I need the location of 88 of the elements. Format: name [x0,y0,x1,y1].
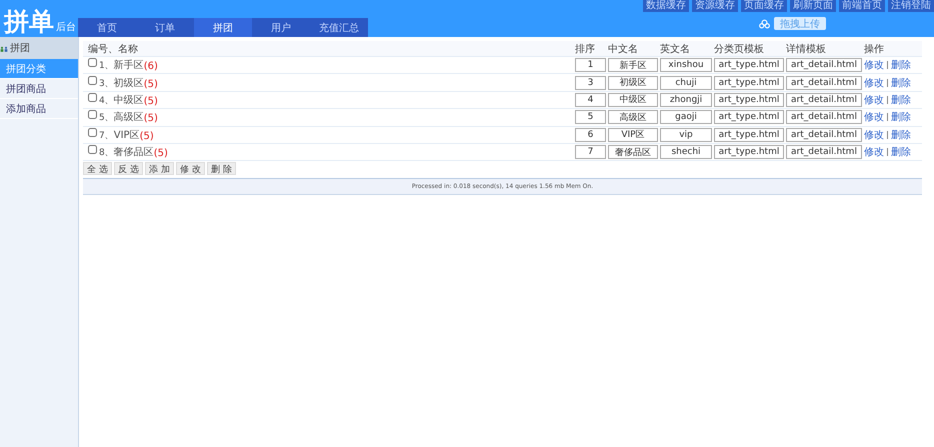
sort-field[interactable]: 3 [575,76,606,90]
chinese-name-field[interactable]: 奢侈品区 [608,145,658,160]
column-header: 编号、名称 [87,42,139,56]
delete-link[interactable]: 删除 [891,76,911,90]
row-checkbox[interactable] [88,128,97,137]
list-template-field[interactable]: art_type.html [714,76,784,90]
list-template-field[interactable]: art_type.html [714,58,784,72]
column-header: 英文名 [660,42,691,56]
row-number: 7、 [99,130,114,142]
item-count: (5) [154,148,168,160]
sort-field[interactable]: 1 [575,58,606,72]
delete-link[interactable]: 删除 [891,58,911,72]
edit-link[interactable]: 修改 [864,145,884,160]
edit-link[interactable]: 修改 [864,76,884,90]
item-count: (5) [140,130,154,142]
item-count: (5) [144,113,158,124]
delete-link[interactable]: 删除 [891,110,911,124]
row-checkbox[interactable] [88,145,97,154]
english-name-field[interactable]: vip [660,128,712,142]
toolbar-button[interactable]: 页面缓存 [741,0,787,12]
category-name: 新手区 [114,58,144,72]
chinese-name-field[interactable]: 初级区 [608,76,658,90]
list-template-field[interactable]: art_type.html [714,128,784,142]
action-button[interactable]: 反 选 [114,162,143,176]
edit-link[interactable]: 修改 [864,92,884,107]
row-number: 4、 [99,94,114,107]
chinese-name-field[interactable]: 中级区 [608,92,658,107]
row-number: 8、 [99,148,114,160]
delete-link[interactable]: 删除 [891,128,911,142]
english-name-field[interactable]: gaoji [660,110,712,124]
edit-link[interactable]: 修改 [864,128,884,142]
edit-link[interactable]: 修改 [864,58,884,72]
action-button[interactable]: 删 除 [207,162,236,176]
sort-field[interactable]: 7 [575,145,606,160]
cloud-icon [759,18,770,28]
category-name: VIP区 [114,128,140,142]
delete-link[interactable]: 删除 [891,92,911,107]
sidebar-title: 拼团 [10,42,30,55]
column-header: 分类页模板 [714,42,765,56]
chinese-name-field[interactable]: VIP区 [608,128,658,142]
english-name-field[interactable]: xinshou [660,58,712,72]
detail-template-field[interactable]: art_detail.html [786,110,862,124]
logo-subtitle: 后台 [56,20,76,34]
row-checkbox[interactable] [88,76,97,85]
row-number: 5、 [99,112,114,124]
toolbar-button[interactable]: 数据缓存 [643,0,689,12]
row-checkbox[interactable] [88,92,97,102]
action-button[interactable]: 全 选 [83,162,112,176]
item-count: (5) [144,78,158,90]
detail-template-field[interactable]: art_detail.html [786,76,862,90]
item-count: (6) [144,61,158,72]
column-header: 排序 [575,42,596,56]
toolbar-button[interactable]: 资源缓存 [692,0,738,12]
row-checkbox[interactable] [88,58,97,68]
english-name-field[interactable]: chuji [660,76,712,90]
action-button[interactable]: 添 加 [145,162,174,176]
column-header: 操作 [864,42,885,56]
detail-template-field[interactable]: art_detail.html [786,145,862,160]
list-template-field[interactable]: art_type.html [714,110,784,124]
sort-field[interactable]: 6 [575,128,606,142]
category-name: 初级区 [114,76,144,90]
english-name-field[interactable]: shechi [660,145,712,160]
sort-field[interactable]: 4 [575,92,606,107]
item-count: (5) [144,96,158,107]
detail-template-field[interactable]: art_detail.html [786,92,862,107]
toolbar-button[interactable]: 前端首页 [839,0,885,12]
category-name: 高级区 [114,110,144,124]
chinese-name-field[interactable]: 新手区 [608,58,658,72]
row-number: 1、 [99,61,114,72]
english-name-field[interactable]: zhongji [660,92,712,107]
row-number: 3、 [99,78,114,90]
row-checkbox[interactable] [88,110,97,120]
detail-template-field[interactable]: art_detail.html [786,58,862,72]
edit-link[interactable]: 修改 [864,110,884,124]
delete-link[interactable]: 删除 [891,145,911,160]
category-name: 奢侈品区 [114,146,154,160]
list-template-field[interactable]: art_type.html [714,92,784,107]
action-button[interactable]: 修 改 [176,162,205,176]
detail-template-field[interactable]: art_detail.html [786,128,862,142]
category-name: 中级区 [114,94,144,107]
column-header: 详情模板 [786,42,827,56]
list-template-field[interactable]: art_type.html [714,145,784,160]
sort-field[interactable]: 5 [575,110,606,124]
column-header: 中文名 [608,42,639,56]
logo-title: 拼单 [4,9,54,34]
chinese-name-field[interactable]: 高级区 [608,110,658,124]
nav-tab[interactable]: 拼团 [194,18,252,37]
people-icon [0,44,8,52]
